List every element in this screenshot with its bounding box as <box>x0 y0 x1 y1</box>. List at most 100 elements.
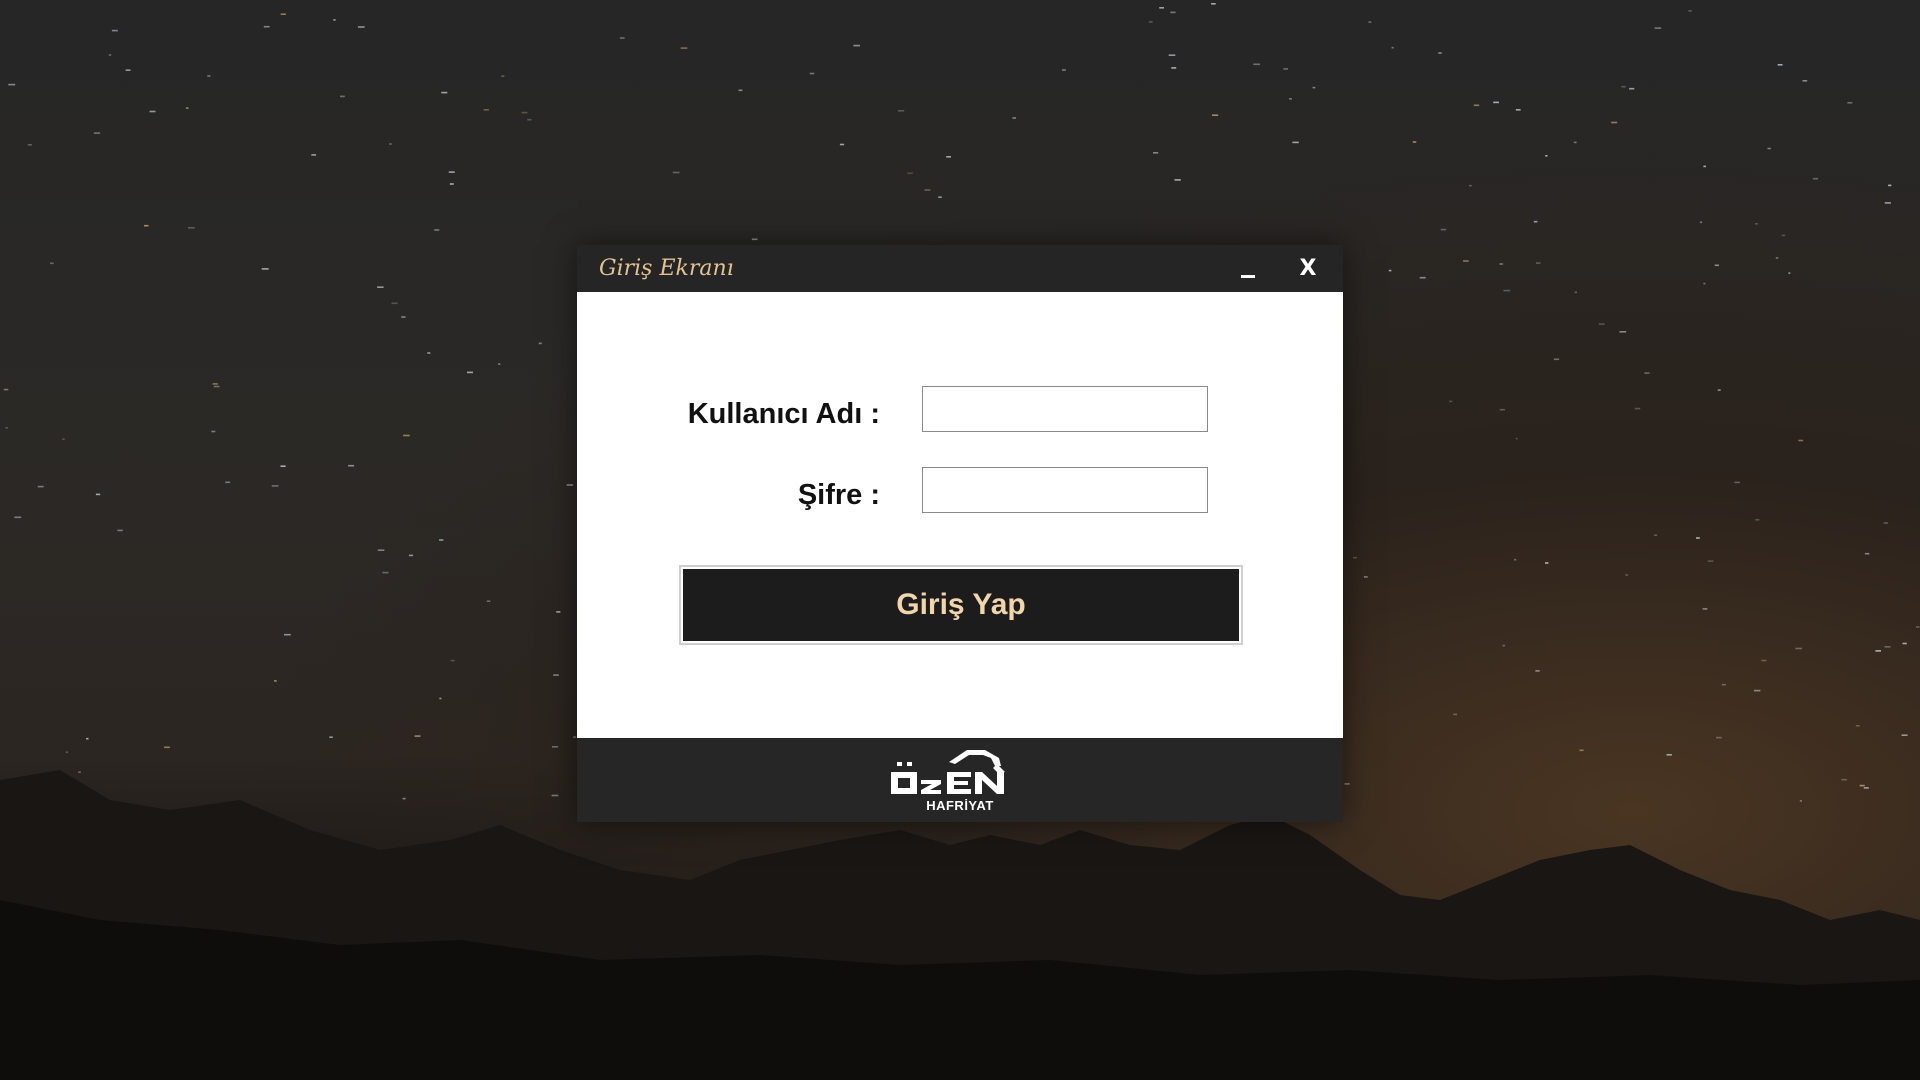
star <box>1211 3 1216 5</box>
star <box>1159 7 1164 9</box>
login-button[interactable]: Giriş Yap <box>683 569 1239 641</box>
star <box>538 342 542 345</box>
login-button-frame: Giriş Yap <box>679 565 1243 645</box>
star <box>37 485 44 488</box>
star <box>1798 439 1804 442</box>
star <box>924 189 931 191</box>
star <box>1388 269 1392 272</box>
star <box>27 144 33 146</box>
star <box>1714 264 1719 267</box>
star <box>1634 407 1641 410</box>
star <box>225 481 231 484</box>
star <box>1533 220 1538 223</box>
star <box>86 737 89 740</box>
star <box>1283 68 1289 70</box>
star <box>284 633 291 636</box>
password-input[interactable] <box>922 467 1208 513</box>
login-form: Kullanıcı Adı : Şifre : Giriş Yap <box>577 292 1343 738</box>
star <box>738 89 743 92</box>
star <box>1515 109 1521 111</box>
star <box>486 600 491 602</box>
star <box>1703 282 1706 285</box>
star <box>207 75 211 77</box>
star <box>1795 647 1802 650</box>
star <box>1883 522 1888 524</box>
star <box>261 268 269 270</box>
star <box>187 227 195 229</box>
star <box>566 484 574 486</box>
title-bar[interactable]: Giriş Ekranı X <box>577 245 1343 292</box>
star <box>1353 556 1358 559</box>
star <box>414 735 421 737</box>
star <box>1168 54 1176 56</box>
star <box>1754 689 1761 692</box>
star <box>1153 152 1159 154</box>
star <box>898 110 905 112</box>
star <box>401 316 406 318</box>
star <box>1503 289 1511 292</box>
star <box>946 156 951 158</box>
star <box>1171 67 1177 69</box>
star <box>680 47 688 49</box>
star <box>1312 86 1316 89</box>
star <box>1253 63 1260 66</box>
star <box>1499 263 1504 265</box>
star <box>1499 408 1505 411</box>
star <box>1619 331 1627 333</box>
star <box>1777 64 1783 66</box>
star <box>672 171 680 174</box>
star <box>1781 234 1786 237</box>
close-button[interactable]: X <box>1288 245 1328 292</box>
star <box>1901 734 1908 736</box>
star <box>108 54 112 56</box>
star <box>1502 644 1505 647</box>
star <box>1292 141 1299 144</box>
star <box>1493 101 1499 104</box>
star <box>14 516 22 519</box>
star <box>809 72 815 75</box>
star <box>751 238 758 241</box>
star <box>117 529 123 532</box>
star <box>1061 69 1066 71</box>
star <box>213 385 220 388</box>
star <box>439 697 442 700</box>
star <box>1553 358 1560 361</box>
star <box>1545 562 1549 564</box>
star <box>1598 323 1605 325</box>
star <box>65 751 69 753</box>
star <box>1148 21 1153 23</box>
star <box>556 611 561 613</box>
star <box>211 430 216 433</box>
star <box>938 196 942 198</box>
star <box>1344 783 1350 785</box>
star <box>402 797 406 800</box>
star <box>1884 202 1891 204</box>
window-title: Giriş Ekranı <box>599 256 734 281</box>
username-input[interactable] <box>922 386 1208 432</box>
star <box>1611 121 1618 124</box>
star <box>280 13 286 15</box>
star <box>212 383 218 385</box>
star <box>93 132 101 134</box>
star <box>1755 223 1758 225</box>
star <box>573 736 577 738</box>
star <box>1864 552 1870 555</box>
star <box>853 44 860 47</box>
star <box>1859 784 1865 787</box>
minimize-icon <box>1241 275 1255 278</box>
star <box>8 83 16 86</box>
star <box>1419 276 1426 279</box>
star <box>1012 117 1016 119</box>
star <box>1688 10 1692 12</box>
star <box>1574 291 1577 294</box>
star <box>329 736 333 738</box>
star <box>501 75 505 77</box>
password-label: Şifre : <box>797 479 880 511</box>
minimize-button[interactable] <box>1228 245 1268 292</box>
username-label: Kullanıcı Adı : <box>687 398 880 430</box>
star <box>389 143 392 145</box>
footer: HAFRİYAT <box>577 738 1343 822</box>
star <box>357 26 365 28</box>
star <box>1368 21 1372 23</box>
star <box>125 69 131 71</box>
